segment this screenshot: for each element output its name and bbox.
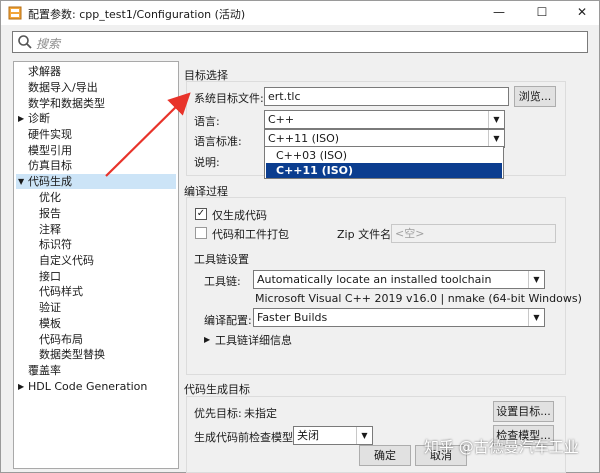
toolchain-label: 工具链: (204, 275, 241, 288)
tree-item-optimization[interactable]: 优化 (39, 190, 61, 205)
chevron-down-icon[interactable]: ▼ (488, 111, 504, 128)
check-model-label: 生成代码前检查模型: (194, 431, 297, 444)
priority-objectives-value: 未指定 (244, 407, 277, 420)
build-config-label: 编译配置: (204, 314, 252, 327)
tree-item-verification[interactable]: 验证 (39, 300, 61, 315)
check-model-select[interactable]: 关闭 ▼ (293, 426, 373, 445)
browse-button[interactable]: 浏览... (514, 86, 556, 107)
config-dialog: 配置参数: cpp_test1/Configuration (活动) — ☐ ✕… (0, 0, 600, 473)
chevron-down-icon[interactable]: ▼ (356, 427, 372, 444)
priority-objectives-label: 优先目标: (194, 407, 242, 420)
right-edge-scroll-hint (591, 301, 599, 361)
tree-item-report[interactable]: 报告 (39, 206, 61, 221)
maximize-button[interactable]: ☐ (523, 1, 561, 25)
search-icon (18, 35, 32, 49)
tree-item-code-style[interactable]: 代码样式 (39, 284, 83, 299)
category-tree: 求解器 数据导入/导出 数学和数据类型 ▶ 诊断 硬件实现 模型引用 仿真目标 … (13, 61, 179, 469)
system-target-field[interactable]: ert.tlc (264, 87, 509, 106)
toolchain-settings-title: 工具链设置 (194, 253, 249, 266)
language-label: 语言: (194, 115, 220, 128)
package-code-checkbox[interactable] (195, 227, 207, 239)
tree-item-coverage[interactable]: 覆盖率 (28, 363, 61, 378)
expand-arrow-icon[interactable]: ▶ (204, 332, 210, 347)
build-config-select[interactable]: Faster Builds ▼ (253, 308, 545, 327)
settings-panel: 目标选择 系统目标文件: ert.tlc 浏览... 语言: C++ ▼ 语言标… (182, 59, 591, 473)
section-title-codegen-objectives: 代码生成目标 (184, 383, 250, 396)
tree-item-comments[interactable]: 注释 (39, 222, 61, 237)
tree-item-custom-code[interactable]: 自定义代码 (39, 253, 94, 268)
toolchain-details-label: 工具链详细信息 (215, 334, 292, 347)
tree-item-identifiers[interactable]: 标识符 (39, 237, 72, 252)
watermark-text: 知乎 @古德曼汽车工业 (424, 438, 579, 456)
language-standard-label: 语言标准: (194, 135, 242, 148)
detected-toolchain-text: Microsoft Visual C++ 2019 v16.0 | nmake … (255, 292, 582, 305)
chevron-down-icon[interactable]: ▼ (528, 309, 544, 326)
tree-item-math-data-types[interactable]: 数学和数据类型 (28, 96, 105, 111)
generate-code-only-label: 仅生成代码 (212, 209, 267, 222)
option-cpp03[interactable]: C++03 (ISO) (266, 148, 502, 163)
chevron-down-icon[interactable]: ▼ (488, 130, 504, 147)
generate-code-only-checkbox[interactable]: ✓ (195, 208, 207, 220)
expand-arrow-icon[interactable]: ▶ (18, 111, 24, 126)
tree-item-code-generation[interactable]: ▼ 代码生成 (16, 174, 176, 189)
settings-app-icon (8, 6, 22, 20)
tree-item-interface[interactable]: 接口 (39, 269, 61, 284)
description-label: 说明: (194, 156, 220, 169)
window-title: 配置参数: cpp_test1/Configuration (活动) (28, 8, 246, 21)
toolchain-select[interactable]: Automatically locate an installed toolch… (253, 270, 545, 289)
ok-button[interactable]: 确定 (359, 445, 411, 466)
system-target-label: 系统目标文件: (194, 92, 264, 105)
tree-item-code-placement[interactable]: 代码布局 (39, 332, 83, 347)
tree-item-sim-target[interactable]: 仿真目标 (28, 158, 72, 173)
zip-file-name-field[interactable]: <空> (391, 224, 556, 243)
tree-item-hardware[interactable]: 硬件实现 (28, 127, 72, 142)
tree-item-model-referencing[interactable]: 模型引用 (28, 143, 72, 158)
zip-file-name-label: Zip 文件名: (337, 228, 395, 241)
package-code-label: 代码和工件打包 (212, 228, 289, 241)
tree-item-data-import-export[interactable]: 数据导入/导出 (28, 80, 98, 95)
collapse-arrow-icon[interactable]: ▼ (18, 174, 24, 189)
search-input[interactable]: 搜索 (12, 31, 588, 53)
language-select[interactable]: C++ ▼ (264, 110, 505, 129)
language-standard-dropdown: C++03 (ISO) C++11 (ISO) (264, 146, 504, 179)
tree-item-templates[interactable]: 模板 (39, 316, 61, 331)
minimize-button[interactable]: — (480, 1, 518, 25)
chevron-down-icon[interactable]: ▼ (528, 271, 544, 288)
tree-item-data-type-replacement[interactable]: 数据类型替换 (39, 347, 105, 362)
expand-arrow-icon[interactable]: ▶ (18, 379, 24, 394)
set-objectives-button[interactable]: 设置目标... (493, 401, 554, 422)
tree-item-solver[interactable]: 求解器 (28, 64, 61, 79)
close-button[interactable]: ✕ (563, 1, 600, 25)
search-placeholder: 搜索 (36, 37, 61, 51)
option-cpp11[interactable]: C++11 (ISO) (266, 163, 502, 178)
title-bar: 配置参数: cpp_test1/Configuration (活动) — ☐ ✕ (1, 1, 599, 25)
